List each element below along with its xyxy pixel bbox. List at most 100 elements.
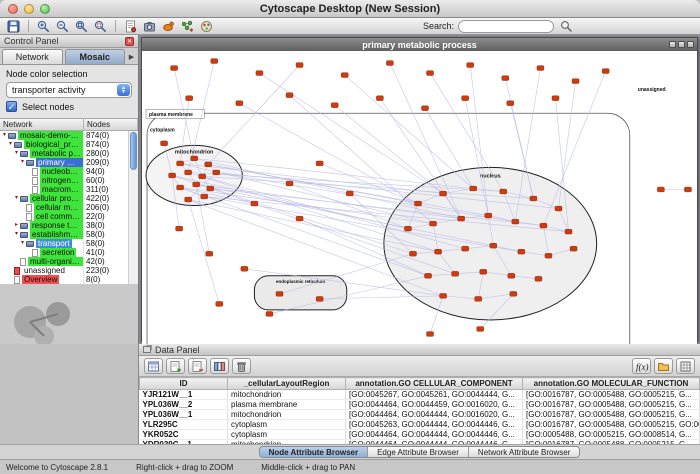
frame-minimize-icon[interactable] [669,41,676,48]
title-bar[interactable]: Cytoscape Desktop (New Session) [0,0,700,18]
column-header[interactable]: _cellularLayoutRegion [228,378,346,390]
column-header[interactable]: ID [140,378,228,390]
minimize-window-button[interactable] [24,4,34,14]
network-node[interactable] [427,332,434,337]
network-node[interactable] [177,161,184,166]
table-cell[interactable]: mitochondrion [228,410,346,420]
network-node[interactable] [201,194,208,199]
network-node[interactable] [341,73,348,78]
network-node[interactable] [462,246,469,251]
network-node[interactable] [427,71,434,76]
expander-icon[interactable]: ▾ [1,131,8,140]
network-node[interactable] [199,174,206,179]
network-node[interactable] [169,173,176,178]
search-options-button[interactable] [558,19,575,34]
network-window-titlebar[interactable]: primary metabolic process [142,38,697,51]
network-node[interactable] [602,69,609,74]
table-cell[interactable]: YKR052C [140,430,228,440]
network-node[interactable] [216,301,223,306]
network-node[interactable] [490,243,497,248]
network-node[interactable] [316,161,323,166]
zoom-out-button[interactable] [54,19,71,34]
table-cell[interactable]: [GO:0044464, GO:0044459, GO:0016020, G..… [346,400,523,410]
network-node[interactable] [458,216,465,221]
table-cell[interactable]: mitochondrion [228,390,346,400]
table-cell[interactable]: [GO:0016787, GO:0005488, GO:0005215, GO:… [523,420,700,430]
attribute-import-button[interactable] [210,358,229,374]
network-node[interactable] [409,251,416,256]
expander-icon[interactable]: ▾ [7,140,14,149]
network-node[interactable] [530,196,537,201]
table-row[interactable]: YLR295Ccytoplasm[GO:0045263, GO:0044444,… [140,420,700,430]
tree-item[interactable]: multi-organism process42(0) [0,257,128,266]
network-node[interactable] [177,185,184,190]
network-node[interactable] [241,266,248,271]
network-node[interactable] [206,251,213,256]
table-cell[interactable]: [GO:0016787, GO:0005488, GO:0005215, G..… [523,410,700,420]
network-node[interactable] [477,327,484,332]
network-node[interactable] [185,197,192,202]
network-node[interactable] [296,216,303,221]
import-table-button[interactable] [654,358,673,374]
tree-item[interactable]: nucleobase, nucleoside metabolic process… [0,167,128,176]
scrollbar-thumb[interactable] [130,132,137,170]
network-node[interactable] [211,59,218,64]
network-node[interactable] [512,219,519,224]
network-canvas[interactable]: plasma membrane cytoplasm unassigned mit… [142,51,697,352]
network-node[interactable] [570,246,577,251]
network-node[interactable] [376,96,383,101]
network-node[interactable] [193,182,200,187]
table-row[interactable]: YPL036W__2plasma membrane[GO:0044464, GO… [140,400,700,410]
network-node[interactable] [684,187,691,192]
network-node[interactable] [565,229,572,234]
table-cell[interactable]: [GO:0016787, GO:0005488, GO:0005215, G..… [523,400,700,410]
annotation-button[interactable] [122,19,139,34]
network-node[interactable] [508,273,515,278]
network-node[interactable] [545,253,552,258]
network-edge[interactable] [188,200,219,304]
network-node[interactable] [286,93,293,98]
column-header-network[interactable]: Network [0,119,84,130]
function-builder-button[interactable]: f(x) [632,358,651,374]
network-node[interactable] [480,269,487,274]
tab-scroll-right-icon[interactable]: ▶ [126,49,137,64]
network-edge[interactable] [559,81,576,208]
tree-item[interactable]: ▾cellular process422(0) [0,194,128,203]
tab-node-attribute-browser[interactable]: Node Attribute Browser [260,447,369,457]
table-cell[interactable]: [GO:0016787, GO:0005488, GO:0005215, G..… [523,390,700,400]
network-node[interactable] [657,187,664,192]
column-header[interactable]: annotation.GO MOLECULAR_FUNCTION [523,378,700,390]
network-node[interactable] [572,79,579,84]
tree-item[interactable]: ▸response to stimulus38(0) [0,221,128,230]
network-node[interactable] [185,170,192,175]
network-node[interactable] [176,226,183,231]
frame-close-icon[interactable] [687,41,694,48]
network-node[interactable] [161,141,168,146]
table-cell[interactable]: YPL036W__1 [140,410,228,420]
tree-item[interactable]: cellular metabolic process206(0) [0,203,128,212]
tree-item[interactable]: macromolecule metabolic process311(0) [0,185,128,194]
table-cell[interactable]: [GO:0045267, GO:0045261, GO:0044444, G..… [346,390,523,400]
network-node[interactable] [251,201,258,206]
table-cell[interactable]: [GO:0005488, GO:0005215, GO:0008514, G..… [523,430,700,440]
network-node[interactable] [236,101,243,106]
add-network-button[interactable] [179,19,196,34]
network-edge[interactable] [335,105,443,193]
network-node[interactable] [286,181,293,186]
tree-item[interactable]: ▾mosaic-demo-yeast874(0) [0,131,128,140]
tree-item[interactable]: nitrogen compound metabolic process60(0) [0,176,128,185]
network-node[interactable] [518,249,525,254]
network-node[interactable] [171,66,178,71]
network-node[interactable] [470,186,477,191]
network-node[interactable] [485,213,492,218]
node-color-select[interactable]: transporter activity ▲▼ [6,82,132,98]
matrix-button[interactable] [676,358,695,374]
tree-scrollbar[interactable] [128,131,138,284]
zoom-fit-button[interactable] [73,19,90,34]
network-node[interactable] [316,296,323,301]
tree-item[interactable]: ▾transport58(0) [0,239,128,248]
network-node[interactable] [555,206,562,211]
search-input[interactable] [458,20,554,33]
save-button[interactable] [5,19,22,34]
column-header[interactable]: annotation.GO CELLULAR_COMPONENT [346,378,523,390]
